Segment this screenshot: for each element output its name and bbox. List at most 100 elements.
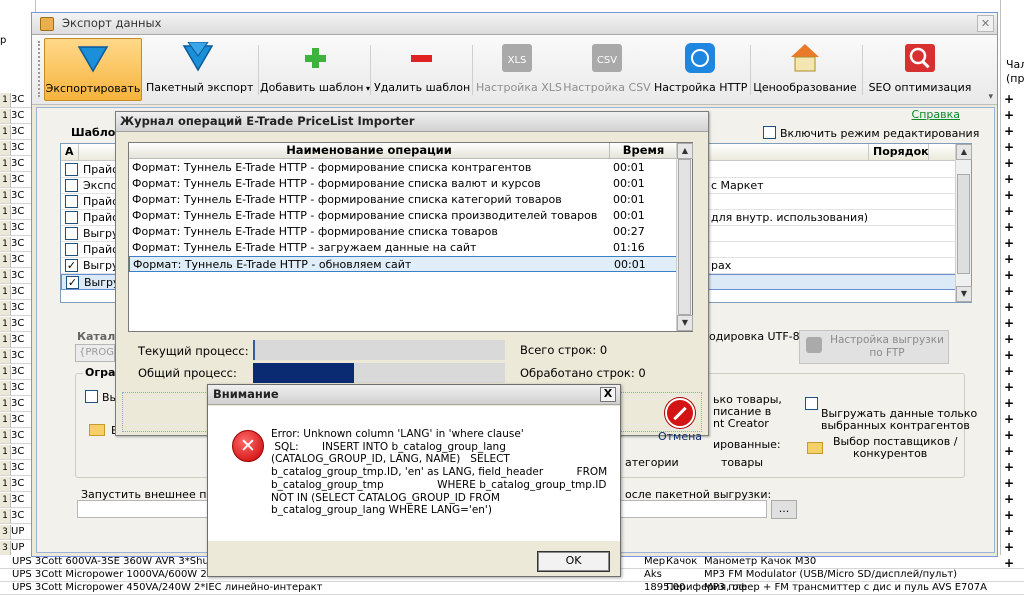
- rows-processed-text: Обработано строк: 0: [520, 366, 646, 380]
- checkbox-icon[interactable]: ✓: [66, 276, 79, 289]
- bg-row-number: 1: [0, 317, 11, 331]
- log-row[interactable]: Формат: Туннель E-Trade HTTP - формирова…: [129, 192, 678, 208]
- ok-button[interactable]: OK: [537, 551, 610, 572]
- log-time: 01:16: [613, 241, 645, 254]
- grid-col-extra[interactable]: [929, 144, 956, 161]
- scroll-thumb[interactable]: [957, 174, 970, 274]
- grid-scrollbar[interactable]: ▲ ▼: [955, 144, 972, 302]
- log-row[interactable]: Формат: Туннель E-Trade HTTP - формирова…: [129, 160, 678, 176]
- grid-col-order[interactable]: Порядок: [869, 144, 929, 161]
- toolbar-button-add-plus[interactable]: Добавить шаблон ▾: [260, 38, 370, 101]
- bg-plus-marker[interactable]: +: [1004, 220, 1020, 234]
- bg-plus-marker[interactable]: +: [1004, 172, 1020, 186]
- grid-col-active[interactable]: А: [61, 144, 79, 161]
- bg-row-text: 3C: [11, 286, 25, 297]
- toolbar-button-export-arrow[interactable]: Экспортировать: [44, 38, 142, 101]
- bg-plus-marker[interactable]: +: [1004, 300, 1020, 314]
- export-window-title: Экспорт данных: [62, 16, 162, 30]
- bg-plus-marker[interactable]: +: [1004, 92, 1020, 106]
- bg-plus-marker[interactable]: +: [1004, 364, 1020, 378]
- toolbar-button-seo[interactable]: SEO оптимизация: [868, 38, 972, 101]
- bg-plus-marker[interactable]: +: [1004, 332, 1020, 346]
- bg-plus-marker[interactable]: +: [1004, 540, 1020, 554]
- bg-plus-marker[interactable]: +: [1004, 412, 1020, 426]
- toolbar-button-csv[interactable]: CSV Настройка CSV: [562, 38, 652, 101]
- checkbox-icon[interactable]: [763, 126, 776, 139]
- app-icon: [40, 17, 54, 31]
- bg-plus-marker[interactable]: +: [1004, 428, 1020, 442]
- bg-plus-marker[interactable]: +: [1004, 380, 1020, 394]
- edit-mode-checkbox[interactable]: Включить режим редактирования: [763, 126, 979, 140]
- log-row[interactable]: Формат: Туннель E-Trade HTTP - формирова…: [129, 224, 678, 240]
- log-row[interactable]: Формат: Туннель E-Trade HTTP - обновляем…: [129, 256, 678, 272]
- close-icon[interactable]: ✕: [977, 15, 994, 32]
- toolbar-overflow-icon[interactable]: ▾: [988, 92, 993, 102]
- bg-plus-marker[interactable]: +: [1004, 524, 1020, 538]
- toolbar-grip[interactable]: [38, 41, 41, 97]
- bg-plus-marker[interactable]: +: [1004, 108, 1020, 122]
- catalog-path-field[interactable]: {PROG: [75, 344, 115, 362]
- bg-plus-marker[interactable]: +: [1004, 140, 1020, 154]
- bg-plus-marker[interactable]: +: [1004, 396, 1020, 410]
- checkbox-icon[interactable]: [65, 163, 78, 176]
- restrict-option-1[interactable]: Вы: [85, 390, 118, 404]
- scroll-up-icon[interactable]: ▲: [677, 143, 693, 159]
- dropdown-caret-icon[interactable]: ▾: [363, 84, 370, 93]
- bg-plus-marker[interactable]: +: [1004, 348, 1020, 362]
- bg-plus-marker[interactable]: +: [1004, 236, 1020, 250]
- bg-row-text: 3C: [11, 398, 25, 409]
- bg-row-number: 1: [0, 285, 11, 299]
- checkbox-icon[interactable]: [85, 390, 98, 403]
- log-grid[interactable]: Наименование операции Время Формат: Тунн…: [128, 142, 693, 332]
- checkbox-icon[interactable]: [65, 243, 78, 256]
- error-dialog-title[interactable]: Внимание: [208, 385, 620, 405]
- browse-button[interactable]: ...: [771, 500, 797, 519]
- bg-plus-marker[interactable]: +: [1004, 556, 1020, 570]
- scroll-down-icon[interactable]: ▼: [956, 286, 972, 302]
- help-link[interactable]: Справка: [912, 108, 960, 121]
- bg-plus-marker[interactable]: +: [1004, 492, 1020, 506]
- checkbox-icon[interactable]: [805, 397, 818, 410]
- log-row[interactable]: Формат: Туннель E-Trade HTTP - загружаем…: [129, 240, 678, 256]
- current-process-bar: [253, 340, 505, 360]
- bg-plus-marker[interactable]: +: [1004, 156, 1020, 170]
- restrict-marked-products: товары: [721, 456, 764, 469]
- checkbox-icon[interactable]: [65, 179, 78, 192]
- checkbox-icon[interactable]: ✓: [65, 259, 78, 272]
- bg-plus-marker[interactable]: +: [1004, 252, 1020, 266]
- scroll-up-icon[interactable]: ▲: [956, 144, 972, 160]
- scroll-down-icon[interactable]: ▼: [677, 315, 693, 331]
- close-icon[interactable]: X: [600, 387, 616, 402]
- bg-plus-marker[interactable]: +: [1004, 188, 1020, 202]
- bg-plus-marker[interactable]: +: [1004, 460, 1020, 474]
- checkbox-icon[interactable]: [65, 227, 78, 240]
- bg-plus-marker[interactable]: +: [1004, 268, 1020, 282]
- bg-plus-marker[interactable]: +: [1004, 204, 1020, 218]
- svg-text:XLS: XLS: [508, 55, 527, 66]
- bg-plus-marker[interactable]: +: [1004, 444, 1020, 458]
- toolbar-button-pricing-house[interactable]: Ценообразование: [752, 38, 858, 101]
- select-suppliers-button[interactable]: Выбор поставщиков / конкурентов: [807, 436, 957, 460]
- checkbox-icon[interactable]: [65, 195, 78, 208]
- csv-icon: CSV: [591, 42, 623, 74]
- bg-plus-marker[interactable]: +: [1004, 476, 1020, 490]
- scroll-thumb[interactable]: [678, 159, 691, 315]
- log-scrollbar[interactable]: ▲ ▼: [676, 143, 693, 331]
- log-row[interactable]: Формат: Туннель E-Trade HTTP - формирова…: [129, 208, 678, 224]
- log-window-title[interactable]: Журнал операций E-Trade PriceList Import…: [116, 112, 708, 132]
- toolbar-button-http[interactable]: Настройка HTTP: [654, 38, 747, 101]
- bg-plus-marker[interactable]: +: [1004, 284, 1020, 298]
- toolbar-button-batch-export[interactable]: Пакетный экспорт: [146, 38, 253, 101]
- selected-contractors-checkbox[interactable]: Выгружать данные только выбранных контра…: [805, 394, 977, 432]
- log-col-time[interactable]: Время: [610, 143, 678, 159]
- toolbar-button-remove-minus[interactable]: Удалить шаблон: [374, 38, 470, 101]
- bg-plus-marker[interactable]: +: [1004, 508, 1020, 522]
- cancel-button[interactable]: Отмена: [654, 398, 706, 446]
- bg-plus-marker[interactable]: +: [1004, 124, 1020, 138]
- toolbar-button-xls[interactable]: XLS Настройка XLS: [476, 38, 562, 101]
- log-col-operation[interactable]: Наименование операции: [129, 143, 610, 159]
- bg-plus-marker[interactable]: +: [1004, 316, 1020, 330]
- checkbox-icon[interactable]: [65, 211, 78, 224]
- export-window-titlebar[interactable]: Экспорт данных ✕: [32, 13, 997, 35]
- log-row[interactable]: Формат: Туннель E-Trade HTTP - формирова…: [129, 176, 678, 192]
